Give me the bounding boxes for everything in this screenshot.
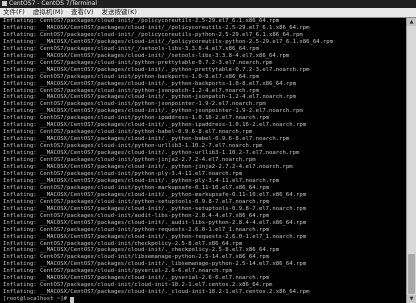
scrollbar-thumb[interactable]: [408, 254, 415, 294]
terminal-line: Inflating: CentOS7/packages/cloud-init/p…: [3, 101, 407, 108]
terminal-line: Inflating: __MACOSX/CentOS7/packages/clo…: [3, 94, 407, 101]
vm-console-window: CentOS7 - CentOS 7/Terminal 文件(F) 虚拟机(M) 查…: [0, 0, 416, 303]
terminal-line-text: Inflating: __MACOSX/CentOS7/packages/clo…: [3, 289, 310, 296]
terminal-line-text: Inflating: CentOS7/packages/cloud-init/p…: [3, 73, 259, 80]
terminal-line: Inflating: CentOS7/packages/cloud-init/p…: [3, 268, 407, 275]
terminal-line-text: Inflating: CentOS7/packages/cloud-init/p…: [3, 87, 259, 94]
terminal-line: Inflating: __MACOSX/CentOS7/packages/clo…: [3, 25, 407, 32]
terminal-line-text: Inflating: __MACOSX/CentOS7/packages/clo…: [3, 52, 290, 59]
terminal-line: Inflating: __MACOSX/CentOS7/packages/clo…: [3, 289, 407, 296]
terminal-line: Inflating: CentOS7/packages/cloud-init/_…: [3, 32, 407, 39]
terminal-line-text: [root@localhost ~]#: [3, 296, 71, 303]
terminal-line: Inflating: CentOS7/packages/cloud-init/p…: [3, 143, 407, 150]
terminal-line: Inflating: __MACOSX/CentOS7/packages/clo…: [3, 67, 407, 74]
terminal-line: Inflating: __MACOSX/CentOS7/packages/clo…: [3, 108, 407, 115]
terminal-line-text: Inflating: CentOS7/packages/cloud-init/p…: [3, 184, 270, 191]
terminal-line-text: Inflating: __MACOSX/CentOS7/packages/clo…: [3, 66, 310, 73]
menu-bar: 文件(F) 虚拟机(M) 查看(V) 发送按键(K): [0, 8, 416, 18]
terminal-line: Inflating: CentOS7/packages/cloud-init/c…: [3, 241, 407, 248]
terminal-line: Inflating: CentOS7/packages/cloud-init/p…: [3, 185, 407, 192]
terminal-line: Inflating: CentOS7/packages/cloud-init/p…: [3, 157, 407, 164]
terminal-line: Inflating: CentOS7/packages/cloud-init/a…: [3, 213, 407, 220]
terminal-line: Inflating: __MACOSX/CentOS7/packages/clo…: [3, 220, 407, 227]
terminal-line: Inflating: __MACOSX/CentOS7/packages/clo…: [3, 247, 407, 254]
terminal-line: Inflating: CentOS7/packages/cloud-init/p…: [3, 88, 407, 95]
terminal-line: Inflating: __MACOSX/CentOS7/packages/clo…: [3, 234, 407, 241]
terminal-line-text: Inflating: CentOS7/packages/cloud-init/p…: [3, 143, 263, 150]
terminal-line-text: Inflating: __MACOSX/CentOS7/packages/clo…: [3, 247, 280, 254]
menu-view[interactable]: 查看(V): [68, 8, 99, 16]
terminal-line-text: Inflating: __MACOSX/CentOS7/packages/clo…: [3, 80, 296, 87]
menu-send-keys[interactable]: 发送按键(K): [99, 8, 142, 16]
window-title: CentOS7 - CentOS 7/Terminal: [9, 0, 98, 7]
terminal-line: Inflating: CentOS7/packages/cloud-init/p…: [3, 171, 407, 178]
terminal-line-text: Inflating: CentOS7/packages/cloud-init/_…: [3, 18, 280, 24]
terminal-line: Inflating: __MACOSX/CentOS7/packages/clo…: [3, 53, 407, 60]
terminal-line: Inflating: __MACOSX/CentOS7/packages/clo…: [3, 136, 407, 143]
terminal-line: Inflating: __MACOSX/CentOS7/packages/clo…: [3, 122, 407, 129]
terminal-line-text: Inflating: __MACOSX/CentOS7/packages/clo…: [3, 24, 310, 31]
terminal-line: Inflating: CentOS7/packages/cloud-init/p…: [3, 115, 407, 122]
terminal-line-text: Inflating: __MACOSX/CentOS7/packages/clo…: [3, 191, 307, 198]
terminal-line: Inflating: __MACOSX/CentOS7/packages/clo…: [3, 164, 407, 171]
terminal-line-text: Inflating: CentOS7/packages/cloud-init/p…: [3, 59, 273, 66]
terminal-line-text: Inflating: __MACOSX/CentOS7/packages/clo…: [3, 38, 334, 45]
terminal-line: Inflating: __MACOSX/CentOS7/packages/clo…: [3, 178, 407, 185]
terminal-line-text: Inflating: __MACOSX/CentOS7/packages/clo…: [3, 205, 307, 212]
menu-vm[interactable]: 虚拟机(M): [30, 8, 68, 16]
terminal-line-text: Inflating: CentOS7/packages/cloud-init/p…: [3, 226, 270, 233]
terminal-line-text: Inflating: CentOS7/packages/cloud-init/c…: [3, 282, 273, 289]
terminal-line: Inflating: __MACOSX/CentOS7/packages/clo…: [3, 275, 407, 282]
app-icon: [2, 1, 7, 6]
terminal-line-text: Inflating: CentOS7/packages/cloud-init/p…: [3, 129, 253, 136]
terminal-line: Inflating: __MACOSX/CentOS7/packages/clo…: [3, 81, 407, 88]
terminal-line-text: Inflating: CentOS7/packages/cloud-init/p…: [3, 101, 266, 108]
terminal-line-text: Inflating: __MACOSX/CentOS7/packages/clo…: [3, 150, 300, 157]
menu-file[interactable]: 文件(F): [0, 8, 30, 16]
terminal-line: Inflating: CentOS7/packages/cloud-init/p…: [3, 199, 407, 206]
terminal-line-text: Inflating: __MACOSX/CentOS7/packages/clo…: [3, 261, 307, 268]
terminal-line-text: Inflating: CentOS7/packages/cloud-init/_…: [3, 45, 259, 52]
terminal-line-text: Inflating: __MACOSX/CentOS7/packages/clo…: [3, 122, 307, 129]
scroll-up-arrow-icon[interactable]: ▲: [407, 18, 416, 26]
terminal-line-text: Inflating: CentOS7/packages/cloud-init/p…: [3, 115, 270, 122]
terminal-line-text: Inflating: CentOS7/packages/cloud-init/p…: [3, 268, 233, 275]
vertical-scrollbar[interactable]: ▲ ▼: [406, 18, 416, 303]
terminal-line-text: Inflating: __MACOSX/CentOS7/packages/clo…: [3, 164, 293, 171]
terminal-line: Inflating: __MACOSX/CentOS7/packages/clo…: [3, 39, 407, 46]
terminal-line-text: Inflating: CentOS7/packages/cloud-init/a…: [3, 212, 270, 219]
terminal-line: Inflating: CentOS7/packages/cloud-init/p…: [3, 60, 407, 67]
terminal-line: Inflating: __MACOSX/CentOS7/packages/clo…: [3, 206, 407, 213]
terminal-line: Inflating: CentOS7/packages/cloud-init/_…: [3, 18, 407, 25]
terminal-cursor: [70, 297, 75, 303]
terminal-line-text: Inflating: __MACOSX/CentOS7/packages/clo…: [3, 108, 303, 115]
terminal-output[interactable]: Inflating: CentOS7/packages/cloud-init/_…: [0, 18, 407, 303]
terminal-line: Inflating: CentOS7/packages/cloud-init/c…: [3, 282, 407, 289]
terminal-line: Inflating: CentOS7/packages/cloud-init/l…: [3, 254, 407, 261]
terminal-line-text: Inflating: __MACOSX/CentOS7/packages/clo…: [3, 177, 280, 184]
title-bar: CentOS7 - CentOS 7/Terminal: [0, 0, 416, 8]
terminal-line-text: Inflating: CentOS7/packages/cloud-init/p…: [3, 157, 256, 164]
terminal-line: Inflating: CentOS7/packages/cloud-init/p…: [3, 227, 407, 234]
terminal-line-text: Inflating: CentOS7/packages/cloud-init/_…: [3, 31, 303, 38]
terminal-line: Inflating: __MACOSX/CentOS7/packages/clo…: [3, 192, 407, 199]
terminal-line: Inflating: CentOS7/packages/cloud-init/p…: [3, 74, 407, 81]
terminal-line: Inflating: __MACOSX/CentOS7/packages/clo…: [3, 261, 407, 268]
terminal-line-text: Inflating: __MACOSX/CentOS7/packages/clo…: [3, 136, 290, 143]
terminal-line-text: Inflating: CentOS7/packages/cloud-init/p…: [3, 170, 243, 177]
terminal-line: Inflating: CentOS7/packages/cloud-init/_…: [3, 46, 407, 53]
terminal-line-text: Inflating: __MACOSX/CentOS7/packages/clo…: [3, 219, 307, 226]
terminal-line-text: Inflating: __MACOSX/CentOS7/packages/clo…: [3, 275, 270, 282]
terminal-line-text: Inflating: __MACOSX/CentOS7/packages/clo…: [3, 233, 307, 240]
scroll-down-arrow-icon[interactable]: ▼: [407, 295, 416, 303]
terminal-line: Inflating: __MACOSX/CentOS7/packages/clo…: [3, 150, 407, 157]
terminal-line: [root@localhost ~]#: [3, 296, 407, 303]
terminal-line: Inflating: CentOS7/packages/cloud-init/p…: [3, 129, 407, 136]
terminal-line-text: Inflating: __MACOSX/CentOS7/packages/clo…: [3, 94, 296, 101]
terminal-line-text: Inflating: CentOS7/packages/cloud-init/c…: [3, 240, 243, 247]
terminal-line-text: Inflating: CentOS7/packages/cloud-init/l…: [3, 254, 270, 261]
terminal-line-text: Inflating: CentOS7/packages/cloud-init/p…: [3, 198, 270, 205]
